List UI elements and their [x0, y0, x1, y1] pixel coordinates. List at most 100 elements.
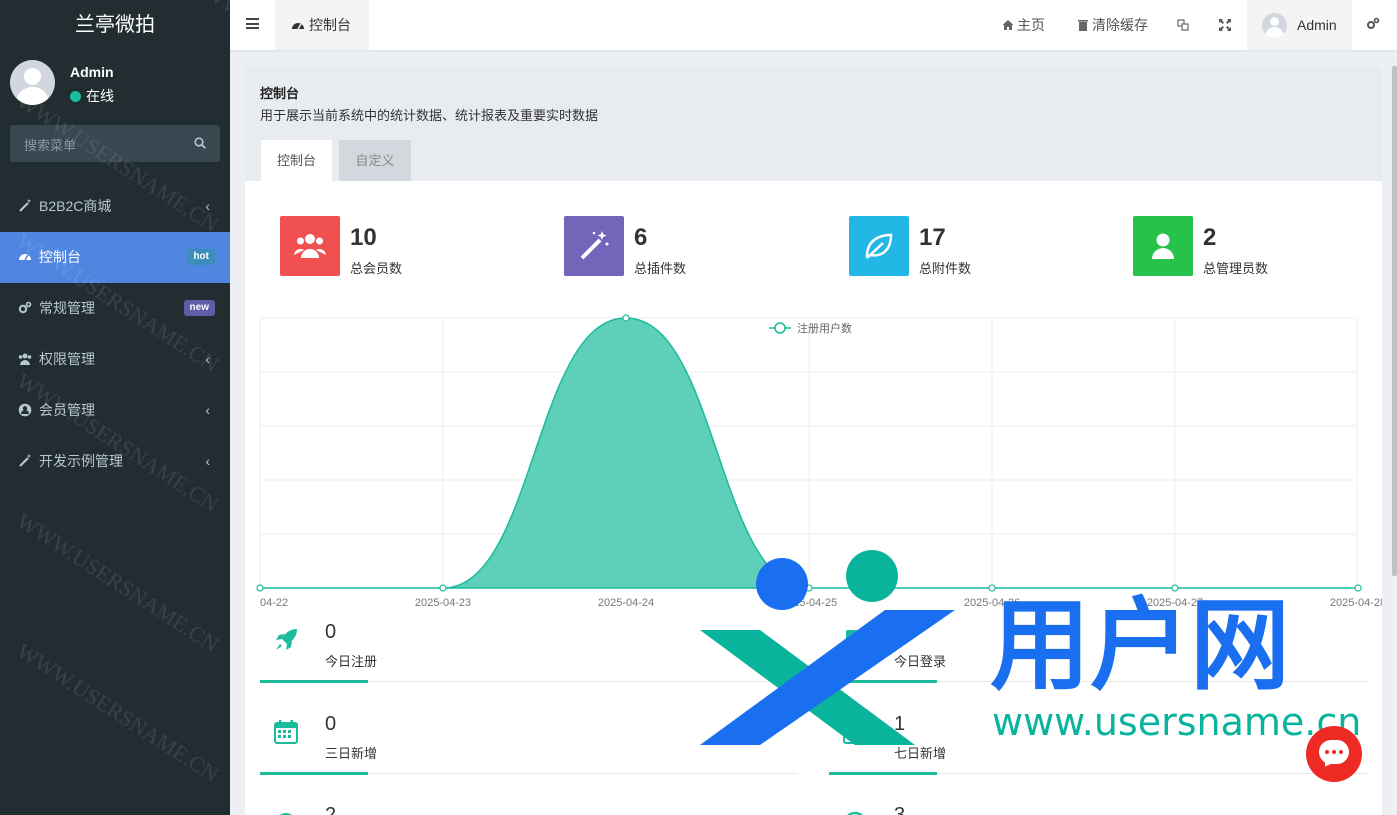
- chat-button[interactable]: [1306, 726, 1362, 782]
- watermark-text: WWW.USERSNAME.CN: [12, 508, 224, 658]
- tab-custom[interactable]: 自定义: [339, 140, 411, 181]
- sidebar-search[interactable]: 搜索菜单: [10, 125, 220, 162]
- chart-point: [988, 584, 996, 592]
- chart-point: [805, 584, 813, 592]
- magic-wand-icon: [19, 454, 31, 467]
- scrollbar[interactable]: [1392, 66, 1397, 815]
- content-header: 控制台 用于展示当前系统中的统计数据、统计报表及重要实时数据 控制台 自定义: [245, 66, 1382, 181]
- top-navbar: 控制台 主页 清除缓存 Admin: [230, 0, 1397, 50]
- info-value: 0: [325, 713, 337, 735]
- fullscreen-button[interactable]: [1219, 0, 1234, 50]
- home-link[interactable]: 主页: [1002, 0, 1045, 50]
- hot-badge: hot: [187, 249, 215, 265]
- info-label: 今日注册: [325, 654, 378, 669]
- page-description: 用于展示当前系统中的统计数据、统计报表及重要实时数据: [260, 108, 599, 123]
- login-icon: [846, 630, 864, 650]
- sidebar-item-auth[interactable]: 权限管理 ‹: [0, 334, 230, 385]
- user-menu-name: Admin: [1297, 17, 1337, 33]
- info-label: 三日新增: [325, 746, 378, 761]
- trash-icon: [1078, 20, 1088, 31]
- online-dot-icon: [70, 91, 81, 102]
- calendar-icon: [274, 720, 298, 744]
- chevron-left-icon: ‹: [205, 402, 210, 418]
- sidebar-item-dev-examples[interactable]: 开发示例管理 ‹: [0, 436, 230, 487]
- magic-wand-icon: [19, 199, 31, 212]
- stat-icon-box: [564, 216, 624, 276]
- dashboard-icon: [19, 254, 31, 261]
- cogs-icon: [18, 301, 32, 314]
- chart-point: [256, 584, 264, 592]
- brand-title[interactable]: 兰亭微拍: [0, 0, 230, 50]
- avatar: [1262, 13, 1287, 38]
- chevron-left-icon: ‹: [205, 351, 210, 367]
- home-icon: [1002, 20, 1014, 30]
- fullscreen-icon: [1219, 19, 1231, 31]
- users-icon: [294, 234, 326, 258]
- circle-icon: [847, 811, 863, 815]
- info-value: 1: [894, 713, 906, 735]
- sidebar-toggle-icon[interactable]: [246, 18, 259, 29]
- chart-grid: [259, 317, 1358, 589]
- chart-x-tick-label: 04-22: [260, 597, 288, 609]
- search-input[interactable]: 搜索菜单: [24, 135, 76, 154]
- user-menu[interactable]: Admin: [1247, 0, 1352, 50]
- leaf-icon: [865, 233, 893, 259]
- dashboard-icon: [292, 23, 304, 30]
- info-value: 3: [894, 804, 906, 815]
- chart-x-tick-label: 2025-04-27: [1147, 597, 1203, 609]
- chart-point: [622, 314, 630, 322]
- chart-legend: 注册用户数: [769, 321, 852, 335]
- chevron-left-icon: ‹: [205, 453, 210, 469]
- sidebar-item-general[interactable]: 常规管理 new: [0, 283, 230, 334]
- sidebar-menu: B2B2C商城 ‹ 控制台 hot 常规管理 new 权限管理 ‹ 会员管理 ‹…: [0, 181, 230, 487]
- sidebar-item-dashboard[interactable]: 控制台 hot: [0, 232, 230, 283]
- stat-value: 17: [919, 224, 946, 251]
- language-button[interactable]: [1177, 0, 1192, 50]
- legend-label: 注册用户数: [797, 321, 852, 335]
- stat-icon-box: [280, 216, 340, 276]
- page-title: 控制台: [260, 86, 300, 101]
- user-circle-icon: [18, 403, 32, 417]
- sidebar: 兰亭微拍 Admin 在线 搜索菜单 B2B2C商城 ‹ 控制台 hot 常规管…: [0, 0, 230, 815]
- avatar: [10, 60, 55, 105]
- watermark-text: WWW.USERSNAME.CN: [12, 638, 224, 788]
- sidebar-item-member[interactable]: 会员管理 ‹: [0, 385, 230, 436]
- chart-point: [1171, 584, 1179, 592]
- chart-x-tick-label: 2025-04-25: [781, 597, 837, 609]
- circle-icon: [280, 813, 292, 815]
- main-content: 控制台 用于展示当前系统中的统计数据、统计报表及重要实时数据 控制台 自定义 1…: [245, 66, 1382, 815]
- registration-chart: 04-22 2025-04-23 2025-04-24 2025-04-25 2025-…: [256, 314, 1382, 609]
- stat-icon-box: [1133, 216, 1193, 276]
- chart-x-tick-label: 2025-04-24: [598, 597, 654, 609]
- user-icon: [1152, 233, 1174, 259]
- user-panel: Admin 在线: [0, 50, 230, 114]
- sidebar-item-b2b2c[interactable]: B2B2C商城 ‹: [0, 181, 230, 232]
- tab-dashboard[interactable]: 控制台: [275, 0, 369, 50]
- chart-x-tick-label: 2025-04-23: [415, 597, 471, 609]
- translate-icon: [1177, 19, 1189, 31]
- stat-value: 10: [350, 224, 377, 251]
- cogs-icon: [1367, 17, 1380, 29]
- chevron-left-icon: ‹: [205, 198, 210, 214]
- chart-point: [1354, 584, 1362, 592]
- info-value: 2: [325, 804, 337, 815]
- rocket-icon: [276, 629, 297, 650]
- legend-marker: [774, 322, 786, 334]
- stat-label: 总插件数: [634, 261, 687, 276]
- info-value: 1: [894, 621, 906, 643]
- chart-x-tick-label: 2025-04-28: [1330, 597, 1382, 609]
- info-label: 七日新增: [894, 746, 947, 761]
- info-value: 0: [325, 621, 337, 643]
- chart-x-tick-label: 2025-04-26: [964, 597, 1020, 609]
- stat-icon-box: [849, 216, 909, 276]
- stat-value: 6: [634, 224, 648, 251]
- chart-point: [439, 584, 447, 592]
- chart-x-labels: 04-22 2025-04-23 2025-04-24 2025-04-25 2025-…: [260, 597, 1382, 609]
- stat-label: 总管理员数: [1203, 261, 1269, 276]
- tab-dashboard-panel[interactable]: 控制台: [261, 140, 332, 181]
- clear-cache-button[interactable]: 清除缓存: [1077, 0, 1148, 50]
- magic-wand-icon: [580, 231, 609, 260]
- settings-button[interactable]: [1366, 0, 1383, 50]
- stat-label: 总附件数: [919, 261, 972, 276]
- search-icon[interactable]: [194, 137, 206, 149]
